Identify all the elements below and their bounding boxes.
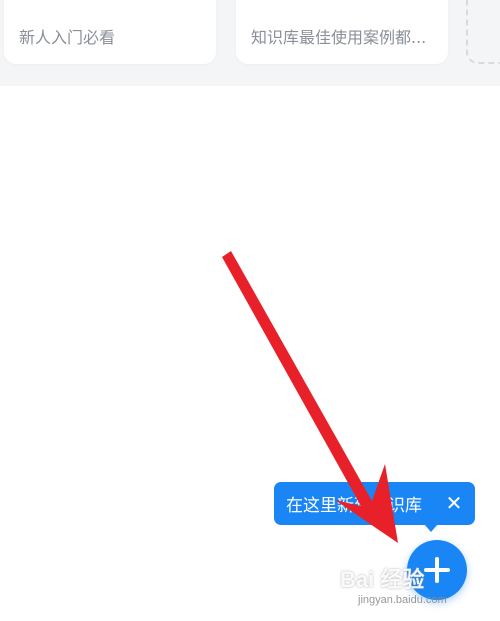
create-button[interactable] bbox=[407, 540, 467, 600]
card-title: 知识库最佳使用案例都... bbox=[251, 28, 427, 47]
template-card-placeholder bbox=[466, 0, 500, 64]
close-icon[interactable]: ✕ bbox=[443, 492, 465, 514]
template-card-best-practices[interactable]: 知识库最佳使用案例都... bbox=[236, 0, 448, 64]
create-knowledge-base-tooltip: 在这里新建知识库 ✕ bbox=[274, 482, 475, 532]
screen: 新人入门必看 知识库最佳使用案例都... 在这里新建知识库 ✕ Bai 经验 j… bbox=[0, 0, 500, 621]
template-card-strip: 新人入门必看 知识库最佳使用案例都... bbox=[0, 0, 500, 86]
card-title: 新人入门必看 bbox=[19, 28, 116, 47]
tooltip-text: 在这里新建知识库 bbox=[286, 496, 422, 516]
plus-icon bbox=[424, 557, 450, 583]
template-card-newbie[interactable]: 新人入门必看 bbox=[4, 0, 216, 64]
